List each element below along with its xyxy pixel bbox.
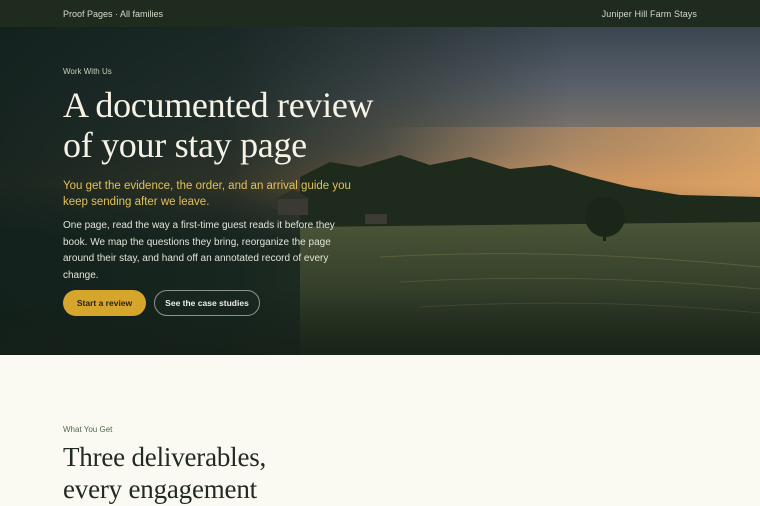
hero-eyebrow: Work With Us	[63, 67, 112, 76]
hero-title: A documented review of your stay page	[63, 85, 374, 165]
case-studies-button[interactable]: See the case studies	[154, 290, 260, 316]
breadcrumb-link[interactable]: Proof Pages · All families	[63, 9, 163, 19]
section-eyebrow: What You Get	[63, 425, 113, 434]
section-title: Three deliverables, every engagement	[63, 442, 267, 504]
hero-lead: You get the evidence, the order, and an …	[63, 180, 351, 208]
hero-body: One page, read the way a first-time gues…	[63, 220, 335, 281]
start-review-button[interactable]: Start a review	[63, 290, 146, 316]
brand-name[interactable]: Juniper Hill Farm Stays	[602, 9, 697, 19]
hero-section: Work With Us A documented review of your…	[0, 27, 760, 355]
top-bar: Proof Pages · All families Juniper Hill …	[0, 0, 760, 27]
